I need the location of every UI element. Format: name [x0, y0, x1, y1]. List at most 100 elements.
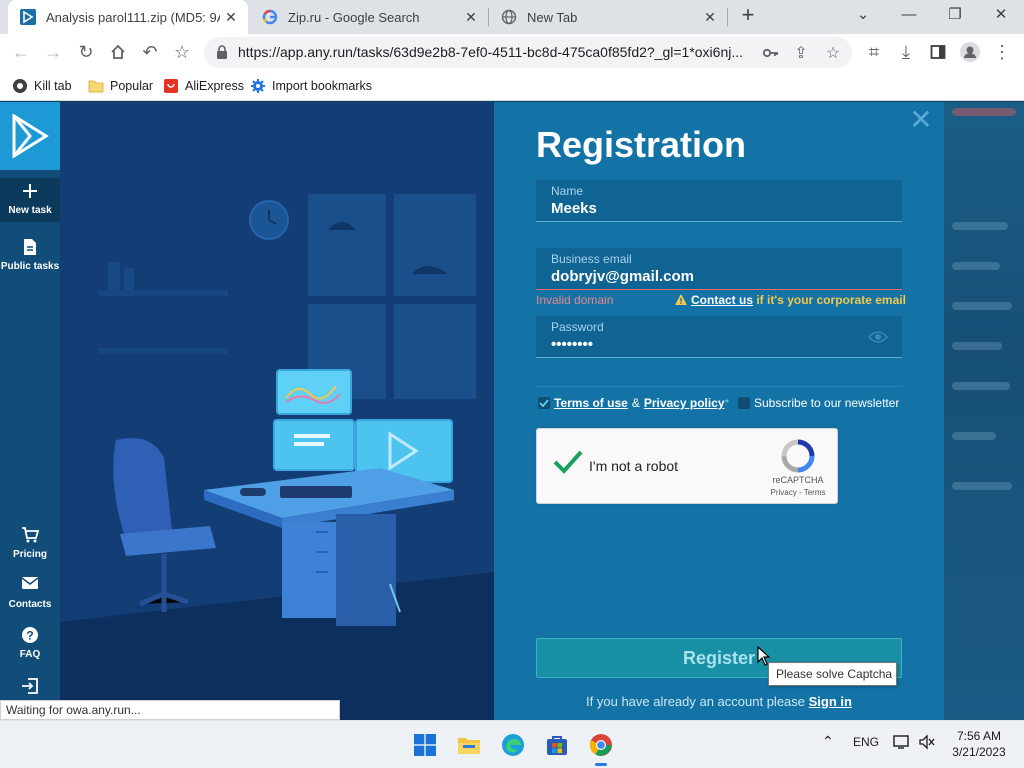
google-favicon — [262, 9, 278, 25]
address-bar[interactable]: https://app.any.run/tasks/63d9e2b8-7ef0-… — [204, 37, 852, 68]
browser-toolbar: ← → ↻ ↶ ☆ https://app.any.run/tasks/63d9… — [0, 34, 1024, 71]
sidebar-item-pricing[interactable]: Pricing — [0, 526, 60, 560]
terms-of-use-link[interactable]: Terms of use — [554, 396, 628, 410]
taskbar: ⌃ ENG 7:56 AM 3/21/2023 — [0, 720, 1024, 768]
bookmark-star-icon[interactable]: ☆ — [822, 42, 844, 64]
name-field[interactable]: Name Meeks — [536, 180, 902, 222]
terms-text: Terms of use & Privacy policy* — [554, 396, 729, 410]
newsletter-checkbox[interactable] — [738, 397, 750, 409]
sidebar-item-label: New task — [8, 205, 52, 216]
tab-new-tab[interactable]: New Tab ✕ — [489, 0, 727, 34]
home-icon[interactable] — [107, 41, 129, 63]
key-icon[interactable] — [760, 42, 782, 64]
sidebar-item-label: FAQ — [19, 649, 41, 660]
sidebar-item-faq[interactable]: ? FAQ — [0, 626, 60, 660]
sidebar-item-new-task[interactable]: New task — [0, 178, 60, 222]
sidebar: New task Public tasks Pricing Contacts ?… — [0, 102, 60, 720]
corporate-email-hint: Contact us if it's your corporate email — [675, 293, 906, 307]
forward-icon[interactable]: → — [42, 41, 64, 63]
reload-icon[interactable]: ↻ — [75, 41, 97, 63]
email-value[interactable]: dobryjv@gmail.com — [551, 268, 694, 285]
tab-google-search[interactable]: Zip.ru - Google Search ✕ — [250, 0, 488, 34]
close-tab-icon[interactable]: ✕ — [220, 9, 242, 26]
network-icon[interactable] — [893, 734, 911, 753]
bookmark-kill-tab[interactable]: Kill tab — [12, 77, 72, 95]
tab-analysis[interactable]: Analysis parol111.zip (MD5: 9A6C ✕ — [8, 0, 248, 34]
consent-row: Terms of use & Privacy policy* Subscribe t… — [536, 396, 902, 412]
star-icon[interactable]: ☆ — [171, 41, 193, 63]
mail-icon — [0, 576, 60, 596]
recaptcha-widget: I'm not a robot reCAPTCHA Privacy - Term… — [536, 428, 838, 504]
document-icon — [0, 238, 60, 258]
bookmark-label: AliExpress — [185, 79, 245, 93]
email-field[interactable]: Business email dobryjv@gmail.com — [536, 248, 902, 290]
contact-us-link[interactable]: Contact us — [691, 293, 753, 307]
background-blur — [944, 102, 1024, 720]
eye-icon[interactable] — [867, 330, 889, 349]
profile-avatar[interactable] — [959, 41, 981, 63]
close-icon[interactable]: ✕ — [906, 106, 936, 134]
email-validation-row: Invalid domain Contact us if it's your c… — [536, 293, 906, 309]
recaptcha-brand: reCAPTCHA — [772, 475, 824, 485]
chrome-icon[interactable] — [586, 730, 616, 766]
edge-icon[interactable] — [498, 730, 528, 760]
recaptcha-links[interactable]: Privacy - Terms — [763, 488, 833, 497]
registration-panel: ✕ Registration Name Meeks Business email… — [494, 102, 944, 720]
bookmark-aliexpress[interactable]: AliExpress — [163, 77, 244, 95]
share-icon[interactable]: ⇪ — [790, 42, 812, 64]
url-text[interactable]: https://app.any.run/tasks/63d9e2b8-7ef0-… — [238, 44, 754, 60]
signin-prefix: If you have already an account please — [586, 694, 809, 709]
sidebar-item-label: Pricing — [13, 549, 47, 560]
page-title: Registration — [536, 124, 747, 165]
close-tab-icon[interactable]: ✕ — [460, 9, 482, 26]
close-window-button[interactable]: ✕ — [978, 4, 1024, 28]
close-tab-icon[interactable]: ✕ — [699, 9, 721, 26]
newsletter-label[interactable]: Subscribe to our newsletter — [754, 396, 899, 410]
workspace-illustration — [60, 102, 494, 720]
sidebar-item-public-tasks[interactable]: Public tasks — [0, 238, 60, 272]
crop-icon[interactable]: ⌗ — [863, 41, 885, 63]
tab-title: New Tab — [527, 9, 578, 25]
bookmark-label: Popular — [110, 79, 154, 93]
undo-icon[interactable]: ↶ — [139, 41, 161, 63]
lock-icon[interactable] — [216, 45, 228, 64]
menu-kebab-icon[interactable]: ⋮ — [991, 41, 1013, 63]
minimize-button[interactable]: — — [886, 4, 932, 28]
privacy-policy-link[interactable]: Privacy policy — [644, 396, 725, 410]
aliexpress-icon — [163, 78, 179, 94]
bookmark-label: Import bookmarks — [272, 79, 373, 93]
restore-button[interactable]: ❐ — [932, 4, 978, 28]
store-icon[interactable] — [542, 730, 572, 760]
volume-muted-icon[interactable] — [918, 734, 936, 753]
file-explorer-icon[interactable] — [454, 730, 484, 760]
sign-in-link[interactable]: Sign in — [809, 694, 852, 709]
name-value[interactable]: Meeks — [551, 200, 597, 217]
password-field[interactable]: Password •••••••• — [536, 316, 902, 358]
sidebar-item-login[interactable] — [0, 678, 60, 701]
anyrun-logo[interactable] — [0, 102, 60, 170]
system-clock[interactable]: 7:56 AM 3/21/2023 — [944, 728, 1014, 760]
mouse-cursor-icon — [757, 645, 771, 671]
sidebar-item-label: Public tasks — [0, 261, 60, 272]
back-icon[interactable]: ← — [10, 41, 32, 63]
download-icon[interactable]: ⤓ — [895, 41, 917, 63]
signin-prompt: If you have already an account please Si… — [536, 694, 902, 709]
plus-icon — [0, 182, 60, 202]
windows-start-icon[interactable] — [410, 730, 440, 760]
sidebar-item-contacts[interactable]: Contacts — [0, 576, 60, 610]
bookmark-popular[interactable]: Popular — [88, 77, 153, 95]
bookmark-import[interactable]: Import bookmarks — [250, 77, 372, 95]
sidebar-item-label: Contacts — [8, 599, 52, 610]
tab-search-icon[interactable]: ⌄ — [840, 4, 886, 28]
chevron-up-icon[interactable]: ⌃ — [822, 733, 834, 750]
password-value[interactable]: •••••••• — [551, 336, 593, 353]
new-tab-button[interactable]: + — [736, 4, 760, 28]
tab-title: Analysis parol111.zip (MD5: 9A6C — [46, 9, 220, 25]
terms-checkbox[interactable] — [538, 397, 550, 409]
language-indicator[interactable]: ENG — [853, 735, 879, 749]
email-label: Business email — [551, 252, 632, 266]
side-panel-icon[interactable] — [927, 41, 949, 63]
tab-strip: Analysis parol111.zip (MD5: 9A6C ✕ Zip.r… — [0, 0, 1024, 34]
captcha-checkmark-icon[interactable] — [553, 449, 583, 480]
status-bar: Waiting for owa.any.run... — [0, 700, 340, 720]
